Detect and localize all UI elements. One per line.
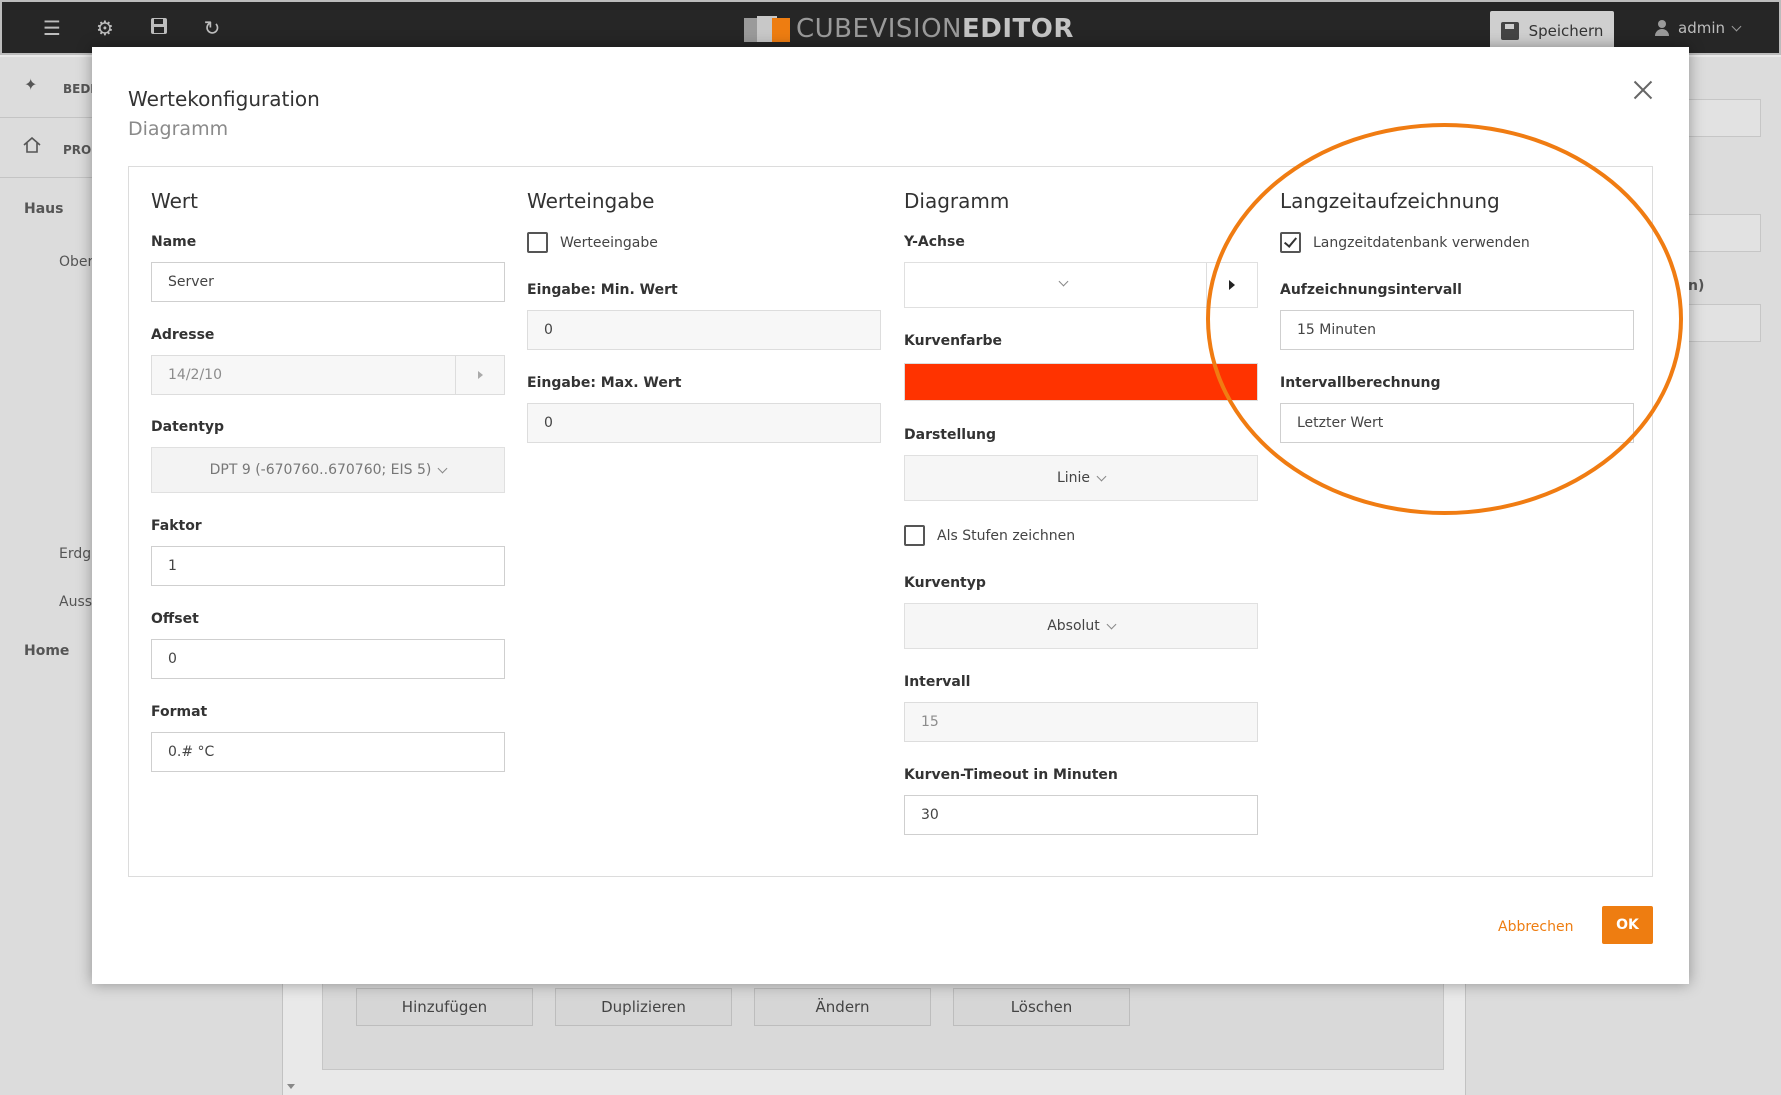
wand-icon: ✦ <box>24 75 38 94</box>
werteingabe-checkbox-row[interactable]: Werteeingabe <box>527 232 658 253</box>
tree-item-haus[interactable]: Haus <box>24 201 63 217</box>
sidebar-item-bedi[interactable]: BEDI <box>63 82 95 96</box>
faktor-label: Faktor <box>151 518 202 534</box>
timeout-label: Kurven-Timeout in Minuten <box>904 767 1118 783</box>
refresh-icon[interactable]: ↻ <box>200 16 224 40</box>
wert-section: Wert Name Server Adresse 14/2/10 Datenty… <box>151 167 505 876</box>
menu-icon[interactable]: ☰ <box>40 16 64 40</box>
adresse-value: 14/2/10 <box>168 367 222 383</box>
stufen-checkbox[interactable] <box>904 525 925 546</box>
chevron-down-icon <box>1058 276 1069 287</box>
kurventyp-select[interactable]: Absolut <box>904 603 1258 649</box>
chevron-down-icon <box>1731 21 1742 31</box>
gear-icon[interactable]: ⚙ <box>93 16 117 40</box>
ok-button[interactable]: OK <box>1602 906 1653 944</box>
section-title: Wert <box>151 189 198 213</box>
name-input[interactable]: Server <box>151 262 505 302</box>
darstellung-label: Darstellung <box>904 427 997 443</box>
langzeit-checkbox-row[interactable]: Langzeitdatenbank verwenden <box>1280 232 1530 253</box>
cancel-button[interactable]: Abbrechen <box>1498 919 1573 935</box>
stufen-checkbox-label: Als Stufen zeichnen <box>937 527 1076 544</box>
kurvenfarbe-picker[interactable] <box>904 363 1258 401</box>
offset-input[interactable]: 0 <box>151 639 505 679</box>
user-menu[interactable]: admin <box>1654 19 1742 37</box>
format-label: Format <box>151 704 208 720</box>
aufzeichnungsintervall-label: Aufzeichnungsintervall <box>1280 282 1462 298</box>
close-icon[interactable] <box>1632 79 1654 101</box>
sidebar-item-pro[interactable]: PRO <box>63 143 91 157</box>
tree-item-ober[interactable]: Ober <box>59 254 93 270</box>
y-achse-label: Y-Achse <box>904 234 965 250</box>
intervallberechnung-label: Intervallberechnung <box>1280 375 1441 391</box>
duplicate-button[interactable]: Duplizieren <box>555 988 732 1026</box>
name-label: Name <box>151 234 197 250</box>
langzeit-checkbox-label: Langzeitdatenbank verwenden <box>1313 234 1530 251</box>
kurvenfarbe-label: Kurvenfarbe <box>904 333 1003 349</box>
timeout-input[interactable]: 30 <box>904 795 1258 835</box>
caret-right-icon <box>477 371 483 379</box>
darstellung-select[interactable]: Linie <box>904 455 1258 501</box>
chevron-down-icon <box>437 463 448 473</box>
tree-item-erdg[interactable]: Erdg <box>59 546 91 562</box>
aufzeichnungsintervall-input[interactable]: 15 Minuten <box>1280 310 1634 350</box>
value-config-dialog: Wertekonfiguration Diagramm Wert Name Se… <box>92 47 1689 984</box>
werteingabe-section: Werteingabe Werteeingabe Eingabe: Min. W… <box>527 167 881 876</box>
edit-button[interactable]: Ändern <box>754 988 931 1026</box>
werteingabe-checkbox[interactable] <box>527 232 548 253</box>
datentyp-label: Datentyp <box>151 419 225 435</box>
config-panel: Wert Name Server Adresse 14/2/10 Datenty… <box>128 166 1653 877</box>
darstellung-value: Linie <box>1056 470 1091 486</box>
intervall-input: 15 <box>904 702 1258 742</box>
min-wert-label: Eingabe: Min. Wert <box>527 282 678 298</box>
scroll-down-icon[interactable] <box>287 1084 295 1089</box>
diagramm-section: Diagramm Y-Achse Kurvenfarbe Darstellung… <box>904 167 1258 876</box>
max-wert-input: 0 <box>527 403 881 443</box>
offset-label: Offset <box>151 611 199 627</box>
chevron-down-icon <box>1096 471 1107 481</box>
stufen-checkbox-row[interactable]: Als Stufen zeichnen <box>904 525 1075 546</box>
langzeit-section: Langzeitaufzeichnung Langzeitdatenbank v… <box>1280 167 1634 876</box>
y-achse-select[interactable] <box>904 262 1258 308</box>
langzeit-checkbox[interactable] <box>1280 232 1301 253</box>
dialog-title: Wertekonfiguration <box>128 87 320 111</box>
save-icon[interactable] <box>147 16 171 40</box>
kurventyp-label: Kurventyp <box>904 575 986 591</box>
faktor-input[interactable]: 1 <box>151 546 505 586</box>
intervall-label: Intervall <box>904 674 971 690</box>
add-button[interactable]: Hinzufügen <box>356 988 533 1026</box>
chevron-down-icon <box>1106 619 1117 629</box>
save-button-label: Speichern <box>1528 22 1604 40</box>
adresse-input: 14/2/10 <box>151 355 505 395</box>
section-title: Werteingabe <box>527 189 655 213</box>
datentyp-value: DPT 9 (-670760..670760; EIS 5) <box>209 462 432 478</box>
logo: CUBEVISIONEDITOR <box>744 14 1074 44</box>
save-icon <box>1500 22 1519 40</box>
cube-logo-icon <box>744 15 790 43</box>
tree-item-auss[interactable]: Auss <box>59 594 92 610</box>
datentyp-select: DPT 9 (-670760..670760; EIS 5) <box>151 447 505 493</box>
dialog-subtitle: Diagramm <box>128 118 229 140</box>
address-picker-button[interactable] <box>455 356 504 394</box>
intervallberechnung-input[interactable]: Letzter Wert <box>1280 403 1634 443</box>
werteingabe-checkbox-label: Werteeingabe <box>560 234 658 251</box>
tree-item-home[interactable]: Home <box>24 643 69 659</box>
user-icon <box>1654 20 1670 36</box>
delete-button[interactable]: Löschen <box>953 988 1130 1026</box>
section-title: Diagramm <box>904 189 1010 213</box>
format-input[interactable]: 0.# °C <box>151 732 505 772</box>
user-name: admin <box>1678 19 1725 37</box>
caret-right-icon <box>1229 280 1235 290</box>
property-label: n) <box>1688 278 1705 294</box>
max-wert-label: Eingabe: Max. Wert <box>527 375 682 391</box>
section-title: Langzeitaufzeichnung <box>1280 189 1500 213</box>
y-achse-picker-button[interactable] <box>1206 263 1257 307</box>
save-button[interactable]: Speichern <box>1490 11 1614 51</box>
adresse-label: Adresse <box>151 327 215 343</box>
logo-text: CUBEVISIONEDITOR <box>796 14 1074 44</box>
min-wert-input: 0 <box>527 310 881 350</box>
home-icon <box>23 136 41 157</box>
kurventyp-value: Absolut <box>1047 618 1100 634</box>
